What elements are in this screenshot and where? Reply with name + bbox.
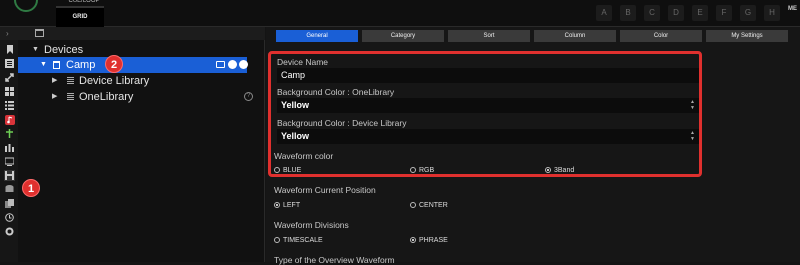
overview-waveform-label: Type of the Overview Waveform xyxy=(274,255,395,265)
radio-icon xyxy=(410,167,416,173)
letter-e-button[interactable]: E xyxy=(692,5,708,21)
tab-general[interactable]: General xyxy=(276,30,358,42)
tree-item-label: Camp xyxy=(66,59,96,71)
caret-down-icon[interactable]: ▼ xyxy=(40,57,47,73)
caret-right-icon[interactable]: ▶ xyxy=(52,73,57,89)
up-down-icon: ▲ ▼ xyxy=(690,99,695,111)
radio-label: LEFT xyxy=(283,202,301,209)
level-icon[interactable] xyxy=(4,142,15,153)
record-icon[interactable] xyxy=(4,226,15,237)
radio-left[interactable]: LEFT xyxy=(274,201,300,211)
letter-d-button[interactable]: D xyxy=(668,5,684,21)
letter-a-button[interactable]: A xyxy=(596,5,612,21)
radio-label: RGB xyxy=(419,167,435,174)
radio-label: CENTER xyxy=(419,202,448,209)
waveform-divisions-label: Waveform Divisions xyxy=(274,220,349,230)
grid-tab[interactable]: GRID xyxy=(56,6,104,27)
left-pane: › ▼ Devices ▼ Camp ▶ Device Library ▶ On… xyxy=(0,27,265,262)
copy-icon[interactable] xyxy=(4,198,15,209)
tempo-icon[interactable] xyxy=(4,128,15,139)
tree-item-label: OneLibrary xyxy=(79,91,134,103)
tab-column[interactable]: Column xyxy=(534,30,616,42)
expand-arrow-icon[interactable]: › xyxy=(6,27,9,40)
radio-timescale[interactable]: TIMESCALE xyxy=(274,236,323,246)
monitor-icon[interactable] xyxy=(4,156,15,167)
letter-c-button[interactable]: C xyxy=(644,5,660,21)
radio-label: PHRASE xyxy=(419,237,448,244)
radio-icon xyxy=(410,202,416,208)
radio-icon xyxy=(274,237,280,243)
search-db-icon[interactable] xyxy=(4,184,15,195)
link-icon[interactable] xyxy=(4,72,15,83)
radio-selected-icon xyxy=(274,202,280,208)
music-note-icon[interactable] xyxy=(4,114,15,125)
top-bar: CUE/LOOP GRID A B C D E F G H ME xyxy=(0,0,800,27)
tab-category[interactable]: Category xyxy=(362,30,444,42)
tab-my-settings[interactable]: My Settings xyxy=(706,30,788,42)
device-save-icon[interactable] xyxy=(4,170,15,181)
radio-icon xyxy=(274,167,280,173)
device-name-label: Device Name xyxy=(277,57,329,67)
radio-blue[interactable]: BLUE xyxy=(274,166,301,176)
letter-f-button[interactable]: F xyxy=(716,5,732,21)
radio-label: TIMESCALE xyxy=(283,237,323,244)
bg-onelibrary-label: Background Color : OneLibrary xyxy=(277,87,395,97)
history-icon[interactable] xyxy=(4,212,15,223)
device-name-field[interactable]: Camp xyxy=(277,68,699,83)
radio-selected-icon xyxy=(410,237,416,243)
radio-phrase[interactable]: PHRASE xyxy=(410,236,448,246)
sidebar-icon-column xyxy=(0,40,18,262)
bookmark-icon[interactable] xyxy=(4,44,15,55)
bg-onelibrary-value: Yellow xyxy=(281,100,310,110)
up-down-icon: ▲ ▼ xyxy=(690,130,695,142)
left-pane-header: › xyxy=(0,27,265,40)
list-icon[interactable] xyxy=(4,58,15,69)
cue-loop-tab-label[interactable]: CUE/LOOP xyxy=(62,0,106,5)
device-icon xyxy=(35,29,44,37)
info-icon[interactable] xyxy=(239,60,248,69)
letter-h-button[interactable]: H xyxy=(764,5,780,21)
caret-right-icon[interactable]: ▶ xyxy=(52,89,57,105)
tab-color[interactable]: Color xyxy=(620,30,702,42)
library-icon xyxy=(67,77,74,84)
step-badge-1: 1 xyxy=(22,179,40,197)
library-icon xyxy=(67,93,74,100)
help-icon[interactable]: ? xyxy=(244,92,253,101)
radio-rgb[interactable]: RGB xyxy=(410,166,434,176)
eject-icon[interactable] xyxy=(216,61,225,68)
tree-item-device-library[interactable]: ▶ Device Library xyxy=(18,73,265,89)
settings-pane: General Category Sort Column Color My Se… xyxy=(266,27,800,265)
bg-devicelib-label: Background Color : Device Library xyxy=(277,118,407,128)
me-label[interactable]: ME xyxy=(788,6,797,12)
step-badge-2: 2 xyxy=(105,55,123,73)
bg-devicelib-select[interactable]: Yellow ▲ ▼ xyxy=(277,129,699,144)
radio-center[interactable]: CENTER xyxy=(410,201,448,211)
letter-b-button[interactable]: B xyxy=(620,5,636,21)
app-logo xyxy=(14,0,38,12)
tab-sort[interactable]: Sort xyxy=(448,30,530,42)
radio-label: 3Band xyxy=(554,167,575,174)
bg-devicelib-value: Yellow xyxy=(281,131,310,141)
tree-item-label: Devices xyxy=(44,44,84,56)
letter-g-button[interactable]: G xyxy=(740,5,756,21)
list-detail-icon[interactable] xyxy=(4,100,15,111)
caret-down-icon[interactable]: ▼ xyxy=(32,42,39,58)
radio-selected-icon xyxy=(545,167,551,173)
sync-icon[interactable] xyxy=(228,60,237,69)
bg-onelibrary-select[interactable]: Yellow ▲ ▼ xyxy=(277,98,699,113)
tree-item-label: Device Library xyxy=(79,75,150,87)
waveform-color-label: Waveform color xyxy=(274,151,334,161)
tree-item-devices[interactable]: ▼ Devices xyxy=(18,42,265,58)
usb-device-icon xyxy=(53,61,60,69)
radio-3band[interactable]: 3Band xyxy=(545,166,574,176)
tree-item-device-camp[interactable]: ▼ Camp xyxy=(18,57,248,73)
tree-item-onelibrary[interactable]: ▶ OneLibrary ? xyxy=(18,89,265,105)
radio-label: BLUE xyxy=(283,167,302,174)
waveform-position-label: Waveform Current Position xyxy=(274,185,376,195)
grid-icon[interactable] xyxy=(4,86,15,97)
